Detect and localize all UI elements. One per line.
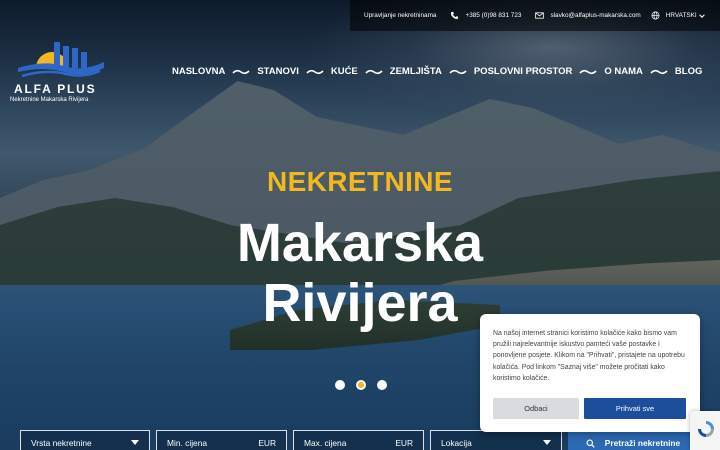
recaptcha-badge[interactable] <box>690 411 720 450</box>
chevron-down-icon <box>698 13 705 18</box>
min-price-currency: EUR <box>258 438 276 448</box>
nav-item-kuce[interactable]: KUĆE <box>331 66 358 77</box>
location-select[interactable]: Lokacija <box>430 430 562 450</box>
email-link[interactable]: slavko@alfaplus-makarska.com <box>535 11 641 20</box>
wave-divider-icon <box>365 69 383 74</box>
property-management-label: Upravljanje nekretninama <box>364 12 437 19</box>
nav-item-poslovni-prostor[interactable]: POSLOVNI PROSTOR <box>474 66 573 77</box>
hero-eyebrow: NEKRETNINE <box>266 166 453 197</box>
nav-item-zemljista[interactable]: ZEMLJIŠTA <box>390 66 442 77</box>
phone-number: +385 (0)98 831 723 <box>465 12 522 19</box>
nav-item-blog[interactable]: BLOG <box>675 66 702 77</box>
phone-link[interactable]: +385 (0)98 831 723 <box>450 11 521 20</box>
search-icon <box>586 438 595 448</box>
max-price-input[interactable]: Max. cijena EUR <box>293 430 424 450</box>
recaptcha-icon <box>698 421 714 437</box>
wave-divider-icon <box>232 69 250 74</box>
cookie-text: Na našoj internet stranici koristimo kol… <box>493 330 685 382</box>
site-logo[interactable]: ALFA PLUS Nekretnine Makarska Rivijera <box>8 38 108 104</box>
language-selector[interactable]: HRVATSKI <box>651 11 705 20</box>
search-button-label: Pretraži nekretnine <box>604 438 681 448</box>
logo-tagline: Nekretnine Makarska Rivijera <box>10 97 89 103</box>
wave-divider-icon <box>306 69 324 74</box>
chevron-down-icon <box>131 440 139 445</box>
main-nav: NASLOVNA STANOVI KUĆE ZEMLJIŠTA POSLOVNI… <box>172 66 702 77</box>
phone-icon <box>451 11 459 20</box>
min-price-placeholder: Min. cijena <box>167 438 208 448</box>
cookie-consent-banner: Na našoj internet stranici koristimo kol… <box>480 314 700 432</box>
max-price-currency: EUR <box>395 438 413 448</box>
logo-brand: ALFA PLUS <box>14 82 97 96</box>
wave-divider-icon <box>449 69 467 74</box>
wave-divider-icon <box>650 69 668 74</box>
decline-cookies-button[interactable]: Odbaci <box>493 398 579 419</box>
logo-mark-icon <box>18 42 104 78</box>
mail-icon <box>535 12 545 19</box>
language-label: HRVATSKI <box>665 12 697 19</box>
email-address: slavko@alfaplus-makarska.com <box>550 12 641 19</box>
search-button[interactable]: Pretraži nekretnine <box>568 430 698 450</box>
top-info-bar: Upravljanje nekretninama +385 (0)98 831 … <box>350 0 720 31</box>
slider-dot-1[interactable] <box>335 380 345 390</box>
property-search-bar: Vrsta nekretnine Min. cijena EUR Max. ci… <box>20 430 698 450</box>
nav-item-o-nama[interactable]: O NAMA <box>604 66 643 77</box>
hero-title-line-1: Makarska <box>236 213 484 273</box>
slider-dots <box>335 380 387 390</box>
property-type-label: Vrsta nekretnine <box>31 438 92 448</box>
cookie-actions: Odbaci Prihvati sve <box>493 398 686 419</box>
accept-all-cookies-button[interactable]: Prihvati sve <box>584 398 686 419</box>
chevron-down-icon <box>543 440 551 445</box>
globe-icon <box>651 11 660 20</box>
wave-divider-icon <box>579 69 597 74</box>
location-label: Lokacija <box>441 438 472 448</box>
max-price-placeholder: Max. cijena <box>304 438 347 448</box>
property-type-select[interactable]: Vrsta nekretnine <box>20 430 150 450</box>
nav-item-stanovi[interactable]: STANOVI <box>257 66 299 77</box>
property-management-link[interactable]: Upravljanje nekretninama <box>364 12 436 19</box>
slider-dot-3[interactable] <box>377 380 387 390</box>
nav-item-naslovna[interactable]: NASLOVNA <box>172 66 225 77</box>
min-price-input[interactable]: Min. cijena EUR <box>156 430 287 450</box>
slider-dot-2[interactable] <box>356 380 366 390</box>
